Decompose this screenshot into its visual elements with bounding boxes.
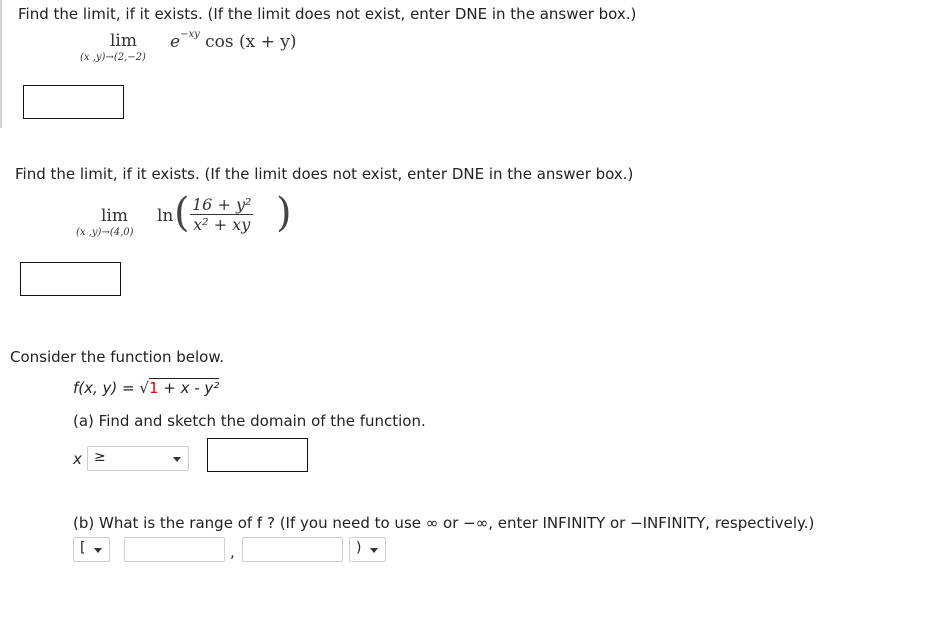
sqrt-icon: √ xyxy=(139,379,149,397)
q1-prompt: Find the limit, if it exists. (If the li… xyxy=(18,5,637,23)
q3-intro: Consider the function below. xyxy=(10,348,225,366)
q2-fraction: 16 + y² x² + xy xyxy=(190,195,254,234)
q3-domain-variable: x xyxy=(73,450,82,468)
q2-lim-subscript: (x ,y)→(4,0) xyxy=(76,227,134,238)
chevron-down-icon xyxy=(370,548,378,553)
q3-range-right-bracket-select[interactable]: ) xyxy=(349,537,386,562)
q1-answer-input[interactable] xyxy=(24,86,123,118)
q3-function-definition: f(x, y) = √1 + x - y² xyxy=(73,378,220,397)
chevron-down-icon xyxy=(94,548,102,553)
q3-domain-relation-value: ≥ xyxy=(94,449,106,465)
q1-expr-rest: cos (x + y) xyxy=(205,32,297,52)
left-border-rule xyxy=(0,0,2,128)
q2-numerator: 16 + y² xyxy=(190,195,254,215)
q3-part-b-prompt: (b) What is the range of f ? (If you nee… xyxy=(73,514,815,532)
q3-range-separator: , xyxy=(230,543,235,561)
q3-range-left-bracket-value: [ xyxy=(80,540,86,556)
q3-domain-relation-select[interactable]: ≥ xyxy=(87,446,189,471)
q3-part-a-prompt: (a) Find and sketch the domain of the fu… xyxy=(73,412,426,430)
q3-function-lhs: f(x, y) = xyxy=(73,379,140,397)
q1-expr-base: e xyxy=(170,32,181,52)
q3-radicand: 1 + x - y² xyxy=(148,378,220,397)
q2-ln: ln xyxy=(157,206,174,226)
q2-denominator: x² + xy xyxy=(193,215,251,234)
q2-prompt: Find the limit, if it exists. (If the li… xyxy=(15,165,634,183)
q1-expression: e−xy cos (x + y) xyxy=(170,29,297,52)
q3-range-left-bracket-select[interactable]: [ xyxy=(73,537,110,562)
chevron-down-icon xyxy=(173,457,181,462)
q1-lim-word: lim xyxy=(110,31,137,51)
q3-radicand-rest: + x - y² xyxy=(158,379,220,397)
q1-lim-subscript: (x ,y)→(2,−2) xyxy=(80,52,146,63)
q1-expr-exponent: −xy xyxy=(180,29,200,41)
q3-radicand-highlight: 1 xyxy=(148,379,159,397)
q2-close-paren: ) xyxy=(276,190,292,236)
q2-answer-input[interactable] xyxy=(21,263,120,295)
q2-open-paren: ( xyxy=(174,190,190,236)
q1-answer-box[interactable] xyxy=(23,85,124,119)
q3-range-right-bracket-value: ) xyxy=(356,540,362,556)
q3-range-lower-input[interactable] xyxy=(125,538,224,561)
q3-range-upper-field[interactable] xyxy=(242,537,343,562)
q2-answer-box[interactable] xyxy=(20,262,121,296)
q3-range-lower-field[interactable] xyxy=(124,537,225,562)
q3-domain-value-box[interactable] xyxy=(207,438,308,472)
q3-domain-value-input[interactable] xyxy=(208,439,307,471)
q3-range-upper-input[interactable] xyxy=(243,538,342,561)
q2-lim-word: lim xyxy=(101,206,128,226)
